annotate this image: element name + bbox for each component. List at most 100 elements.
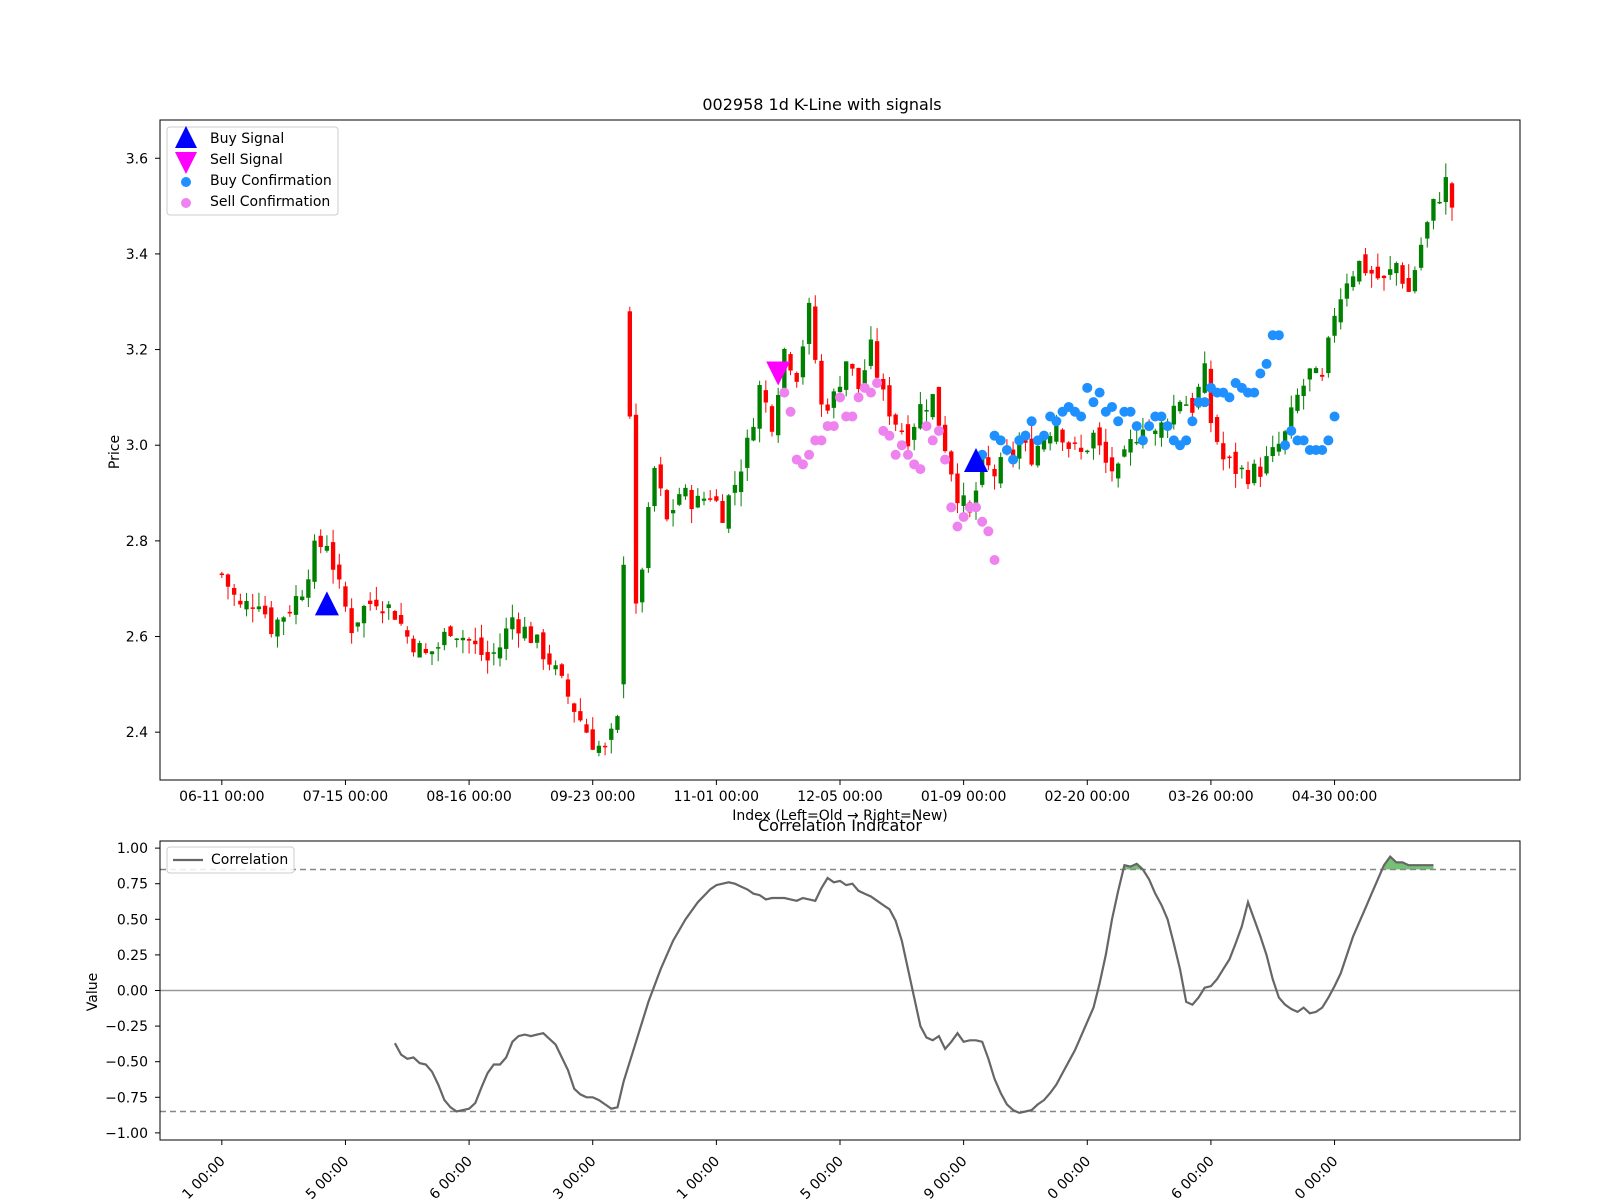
correlation-x-tick-label: 5 00:00 — [303, 1154, 352, 1200]
candle-body — [300, 596, 305, 601]
candle-body — [837, 386, 843, 393]
candle-body — [1171, 405, 1176, 425]
candle-body — [905, 424, 911, 447]
kline-plot-area — [159, 119, 1521, 781]
candle-body — [386, 604, 391, 608]
candle-body — [658, 464, 663, 489]
kline-x-tick-label: 01-09 00:00 — [921, 789, 1006, 805]
candle-body — [312, 540, 317, 582]
candle-body — [893, 414, 898, 425]
legend-buy-confirmation-icon — [181, 177, 191, 187]
candle-body — [1085, 450, 1090, 453]
sell-confirmation-dot — [884, 430, 895, 441]
candle-body — [1103, 441, 1108, 463]
legend-buy-confirmation-label: Buy Confirmation — [210, 173, 332, 189]
correlation-x-tick-label: 6 00:00 — [427, 1154, 476, 1200]
candle-body — [238, 600, 243, 605]
candle-body — [769, 406, 775, 432]
candle-body — [324, 545, 330, 551]
buy-confirmation-dot — [1317, 445, 1328, 455]
correlation-y-axis-label: Value — [85, 973, 101, 1011]
candle-body — [392, 611, 398, 620]
sell-confirmation-dot — [958, 511, 969, 522]
sell-confirmation-dot — [933, 425, 944, 436]
candle-body — [670, 510, 676, 514]
candle-body — [318, 535, 323, 547]
candle-body — [776, 394, 781, 436]
buy-confirmation-dot — [1137, 435, 1148, 446]
candle-body — [1394, 263, 1399, 274]
correlation-x-tick-label: 0 00:00 — [1292, 1154, 1341, 1200]
sell-confirmation-dot — [940, 454, 951, 465]
buy-confirmation-dot — [1298, 435, 1309, 446]
buy-confirmation-dot — [995, 435, 1006, 446]
candle-body — [528, 626, 534, 643]
legend-correlation-label: Correlation — [211, 852, 288, 868]
kline-legend: Buy Signal Sell Signal Buy Confirmation … — [166, 126, 339, 216]
buy-confirmation-dot — [1280, 440, 1291, 451]
sell-confirmation-dot — [921, 421, 932, 432]
correlation-legend: Correlation — [166, 846, 295, 874]
kline-chart-title: 002958 1d K-Line with signals — [702, 95, 941, 114]
candle-body — [992, 468, 997, 477]
candle-body — [1363, 254, 1368, 274]
sell-confirmation-dot — [983, 526, 994, 537]
candle-body — [504, 628, 509, 649]
candle-body — [1406, 277, 1411, 292]
correlation-x-tick-label: 0 00:00 — [1045, 1154, 1094, 1200]
correlation-y-tick-label: 0.50 — [117, 912, 148, 928]
candle-body — [986, 457, 991, 466]
candle-body — [330, 542, 336, 570]
candle-body — [343, 586, 348, 607]
candle-body — [887, 385, 892, 417]
candle-body — [1270, 447, 1275, 457]
candle-body — [225, 574, 231, 587]
candle-body — [1153, 430, 1158, 434]
candle-body — [256, 606, 262, 610]
candle-body — [541, 632, 546, 660]
candle-body — [757, 385, 762, 429]
kline-y-tick-label: 3.6 — [126, 151, 148, 167]
candle-body — [337, 564, 342, 580]
candle-body — [825, 404, 830, 411]
correlation-y-tick-label: 0.25 — [117, 948, 148, 964]
candle-body — [219, 573, 224, 575]
sell-confirmation-dot — [797, 459, 808, 470]
candle-body — [1357, 260, 1362, 282]
correlation-y-tick-label: 0.00 — [117, 984, 148, 1000]
candle-body — [436, 647, 441, 649]
candle-body — [1344, 283, 1350, 299]
candle-body — [609, 728, 614, 740]
sell-confirmation-dot — [971, 502, 981, 513]
candle-body — [1326, 337, 1331, 374]
candle-body — [683, 487, 688, 497]
kline-x-tick-label: 09-23 00:00 — [550, 789, 635, 805]
candle-body — [1320, 374, 1325, 377]
candle-body — [794, 372, 799, 382]
legend-sell-signal-label: Sell Signal — [210, 152, 283, 168]
kline-y-tick-label: 2.8 — [126, 534, 148, 550]
candle-body — [578, 711, 583, 721]
sell-confirmation-dot — [804, 449, 815, 460]
sell-confirmation-dot — [785, 406, 796, 417]
candle-body — [1078, 447, 1084, 452]
candle-body — [738, 471, 744, 493]
candle-body — [726, 495, 731, 529]
sell-confirmation-dot — [853, 392, 864, 403]
candle-body — [856, 367, 861, 390]
candle-body — [640, 569, 645, 603]
candle-body — [1109, 457, 1115, 472]
candle-body — [1437, 201, 1442, 204]
candle-body — [874, 341, 880, 378]
candle-body — [491, 652, 496, 654]
candle-body — [912, 426, 917, 440]
correlation-chart-title: Correlation Indicator — [758, 816, 922, 835]
candle-body — [516, 619, 521, 634]
buy-confirmation-dot — [1329, 411, 1340, 422]
candle-body — [454, 638, 459, 640]
candle-body — [1449, 183, 1455, 208]
candle-body — [708, 498, 713, 500]
correlation-plot-area — [159, 840, 1521, 1141]
candle-body — [244, 600, 249, 610]
correlation-x-tick-label: 1 00:00 — [179, 1154, 228, 1200]
